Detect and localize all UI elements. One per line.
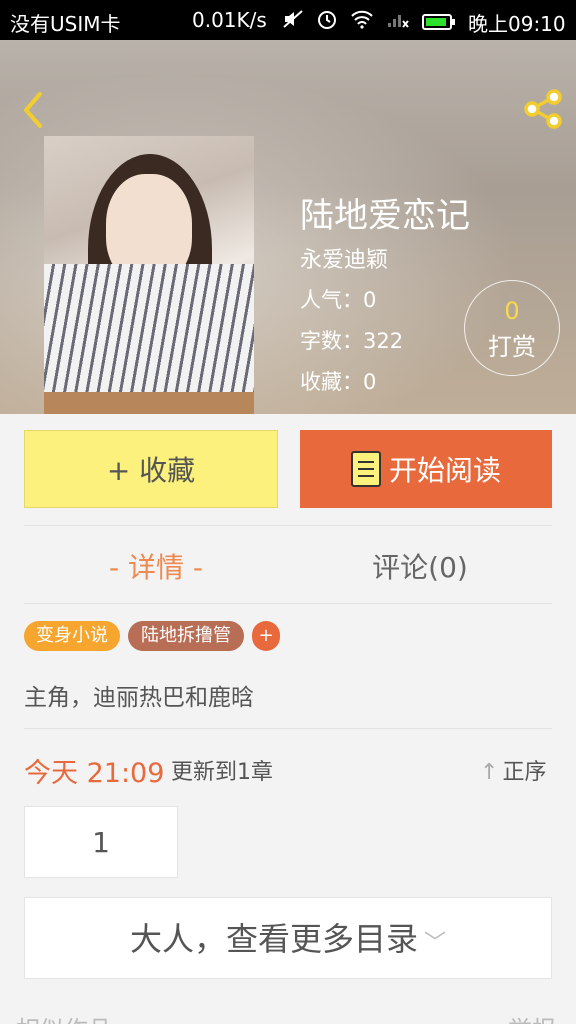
chapter-item[interactable]: 1 xyxy=(24,806,178,878)
share-icon[interactable] xyxy=(520,86,566,132)
tip-label: 打赏 xyxy=(488,333,536,361)
divider xyxy=(24,603,552,604)
similar-works-heading: 相似作品 xyxy=(16,1010,112,1024)
update-status: 更新到1章 xyxy=(171,760,273,785)
clock: 晚上09:10 xyxy=(468,12,566,36)
alarm-icon xyxy=(316,8,338,35)
start-reading-label: 开始阅读 xyxy=(388,454,501,487)
back-icon[interactable] xyxy=(14,90,54,130)
book-description: 主角，迪丽热巴和鹿晗 xyxy=(24,685,254,711)
more-catalog-label: 大人，查看更多目录 xyxy=(129,920,418,958)
favorites-stat: 收藏：0 xyxy=(300,370,377,394)
add-favorite-label: + 收藏 xyxy=(106,454,196,487)
carrier-text: 没有USIM卡 xyxy=(10,12,121,36)
book-header: 陆地爱恋记 永爱迪颖 人气：0 字数：322 收藏：0 0 打赏 xyxy=(0,40,576,414)
sort-order-button[interactable]: ↑ 正序 xyxy=(480,754,546,786)
mute-icon xyxy=(282,9,304,34)
signal-icon xyxy=(386,9,410,34)
network-speed: 0.01K/s xyxy=(192,8,267,32)
tip-count: 0 xyxy=(504,297,520,325)
book-title: 陆地爱恋记 xyxy=(300,196,470,236)
tab-comments[interactable]: 评论(0) xyxy=(288,546,552,586)
divider xyxy=(24,525,552,526)
tag-transform-novel[interactable]: 变身小说 xyxy=(24,621,120,651)
update-time: 今天 21:09 xyxy=(24,758,165,789)
chevron-down-icon: ﹀ xyxy=(424,931,447,956)
word-count-stat: 字数：322 xyxy=(300,329,404,353)
sort-arrow-icon: ↑ xyxy=(480,760,499,785)
divider xyxy=(24,728,552,729)
add-tag-button[interactable]: + xyxy=(252,621,280,651)
add-favorite-button[interactable]: + 收藏 xyxy=(24,430,278,508)
book-icon xyxy=(350,451,381,487)
book-cover-image xyxy=(44,136,254,414)
report-link[interactable]: 举报 xyxy=(508,1010,556,1024)
battery-icon xyxy=(422,13,455,30)
start-reading-button[interactable]: 开始阅读 xyxy=(300,430,552,508)
tab-detail[interactable]: - 详情 - xyxy=(24,546,288,586)
popularity-stat: 人气：0 xyxy=(300,288,377,312)
wifi-icon xyxy=(350,9,374,34)
status-icons xyxy=(282,8,455,35)
tag-custom[interactable]: 陆地拆撸管 xyxy=(128,621,244,651)
sort-label: 正序 xyxy=(502,760,547,785)
book-author[interactable]: 永爱迪颖 xyxy=(300,242,388,274)
tip-button[interactable]: 0 打赏 xyxy=(464,280,560,376)
status-bar: 没有USIM卡 0.01K/s 晚上09:10 xyxy=(0,0,576,40)
more-catalog-button[interactable]: 大人，查看更多目录 ﹀ xyxy=(24,897,552,979)
